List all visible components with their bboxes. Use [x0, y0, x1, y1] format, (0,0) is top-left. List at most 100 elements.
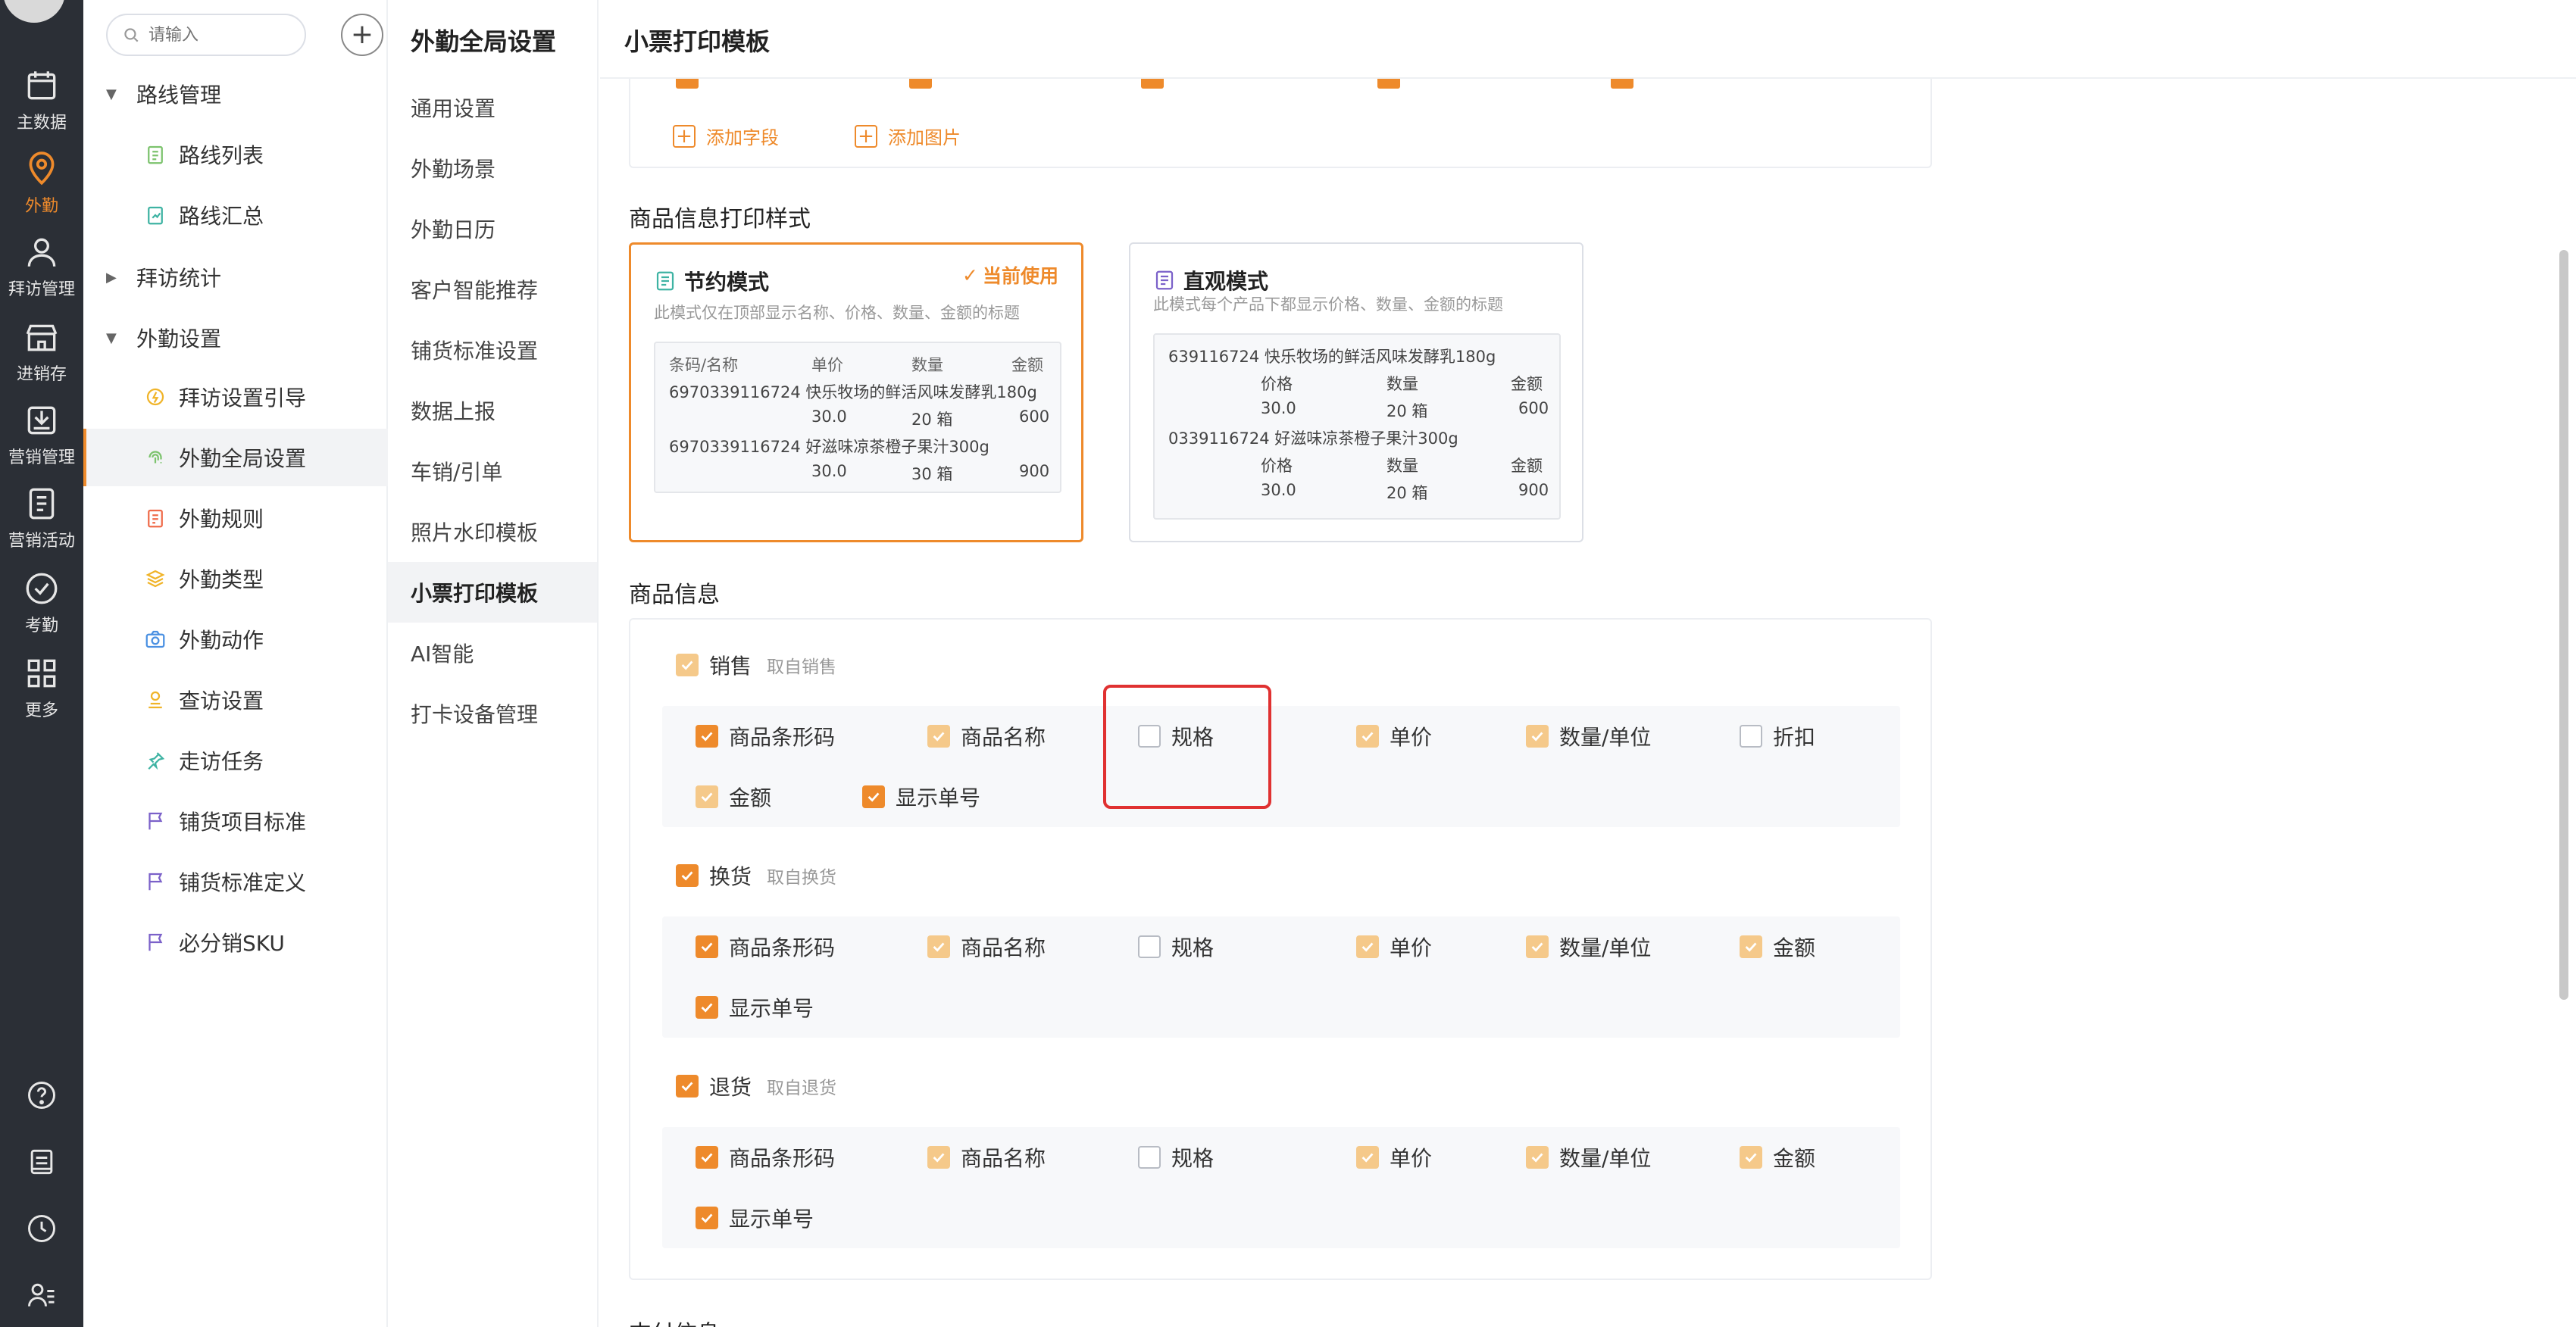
- submenu-item-devices[interactable]: 打卡设备管理: [388, 683, 597, 744]
- help-button[interactable]: [0, 1079, 83, 1112]
- sales-opt-name[interactable]: 商品名称: [927, 721, 1046, 751]
- rail-item-more[interactable]: 更多: [0, 648, 83, 727]
- rail-item-main-data[interactable]: 主数据: [0, 61, 83, 139]
- exchange-opt-name[interactable]: 商品名称: [927, 932, 1046, 962]
- rail-item-field[interactable]: 外勤: [0, 144, 83, 223]
- sidebar-item-route-summary[interactable]: 路线汇总: [83, 186, 388, 244]
- checkbox[interactable]: [696, 996, 718, 1019]
- submenu-item-general[interactable]: 通用设置: [388, 77, 597, 138]
- add-field-link[interactable]: + 添加字段: [673, 123, 779, 149]
- checkbox[interactable]: [862, 785, 885, 808]
- return-opt-name[interactable]: 商品名称: [927, 1142, 1046, 1172]
- return-opt-qty-unit[interactable]: 数量/单位: [1526, 1142, 1651, 1172]
- submenu-item-receipt[interactable]: 小票打印模板: [388, 562, 597, 623]
- rail-item-attendance[interactable]: 考勤: [0, 564, 83, 642]
- submenu-item-watermark[interactable]: 照片水印模板: [388, 501, 597, 562]
- sidebar-item-check-settings[interactable]: 查访设置: [83, 671, 388, 729]
- exchange-checkbox[interactable]: [676, 864, 699, 887]
- checkbox[interactable]: [1526, 935, 1549, 958]
- submenu-item-calendar[interactable]: 外勤日历: [388, 198, 597, 259]
- sales-opt-discount[interactable]: 折扣: [1740, 721, 1815, 751]
- rail-item-inventory[interactable]: 进销存: [0, 312, 83, 391]
- checkbox[interactable]: [927, 1146, 950, 1169]
- search-input[interactable]: [148, 25, 285, 45]
- add-field-label: 添加字段: [706, 127, 779, 148]
- tree-group-route[interactable]: ▼ 路线管理: [106, 79, 221, 109]
- checkbox[interactable]: [1356, 725, 1379, 748]
- checkbox[interactable]: [1356, 1146, 1379, 1169]
- checkbox[interactable]: [927, 935, 950, 958]
- checkbox[interactable]: [696, 725, 718, 748]
- sidebar-item-visit-guide[interactable]: 拜访设置引导: [83, 368, 388, 426]
- search-box[interactable]: [106, 14, 306, 56]
- tree-group-visit-stats[interactable]: ▶ 拜访统计: [106, 262, 221, 292]
- submenu-item-recommend[interactable]: 客户智能推荐: [388, 259, 597, 320]
- sidebar-item-field-actions[interactable]: 外勤动作: [83, 610, 388, 668]
- preview-qty: 20 箱: [1386, 402, 1428, 420]
- sidebar-item-display-item-std[interactable]: 铺货项目标准: [83, 792, 388, 850]
- checkbox[interactable]: [696, 785, 718, 808]
- rail-item-marketing[interactable]: 营销管理: [0, 395, 83, 474]
- add-button[interactable]: +: [341, 14, 383, 56]
- checkbox[interactable]: [696, 1207, 718, 1229]
- avatar[interactable]: [3, 0, 65, 23]
- sales-opt-qty-unit[interactable]: 数量/单位: [1526, 721, 1651, 751]
- vertical-scrollbar[interactable]: [2559, 250, 2568, 1000]
- notes-button[interactable]: [0, 1145, 83, 1179]
- sidebar-item-must-sell-sku[interactable]: 必分销SKU: [83, 913, 388, 971]
- rail-item-campaign[interactable]: 营销活动: [0, 479, 83, 557]
- sidebar-item-display-std-def[interactable]: 铺货标准定义: [83, 853, 388, 910]
- group-sales[interactable]: 销售 取自销售: [676, 650, 836, 680]
- checkbox[interactable]: [1740, 725, 1762, 748]
- sales-opt-order-no[interactable]: 显示单号: [862, 782, 980, 812]
- checkbox[interactable]: [1356, 935, 1379, 958]
- rail-item-visit[interactable]: 拜访管理: [0, 227, 83, 306]
- submenu-item-display-std[interactable]: 铺货标准设置: [388, 320, 597, 380]
- flag-icon: [148, 812, 163, 830]
- return-opt-unit-price[interactable]: 单价: [1356, 1142, 1432, 1172]
- visual-mode-card[interactable]: 直观模式 此模式每个产品下都显示价格、数量、金额的标题 639116724 快乐…: [1129, 242, 1583, 542]
- checkbox[interactable]: [696, 935, 718, 958]
- checkbox[interactable]: [1138, 935, 1161, 958]
- user-settings-button[interactable]: [0, 1279, 83, 1312]
- sidebar-item-route-list[interactable]: 路线列表: [83, 126, 388, 183]
- checkbox[interactable]: [1740, 935, 1762, 958]
- exchange-opt-qty-unit[interactable]: 数量/单位: [1526, 932, 1651, 962]
- exchange-opt-amount[interactable]: 金额: [1740, 932, 1815, 962]
- economy-mode-card[interactable]: 节约模式 ✓ 当前使用 此模式仅在顶部显示名称、价格、数量、金额的标题 条码/名…: [629, 242, 1083, 542]
- sidebar-item-visit-tasks[interactable]: 走访任务: [83, 732, 388, 789]
- submenu-item-van-sales[interactable]: 车销/引单: [388, 441, 597, 501]
- return-opt-order-no[interactable]: 显示单号: [696, 1203, 814, 1233]
- sidebar-item-field-rules[interactable]: 外勤规则: [83, 489, 388, 547]
- group-exchange[interactable]: 换货 取自换货: [676, 860, 836, 891]
- tree-group-field-settings[interactable]: ▼ 外勤设置: [106, 323, 221, 353]
- sidebar-item-field-global[interactable]: 外勤全局设置: [83, 429, 388, 486]
- checkbox[interactable]: [1740, 1146, 1762, 1169]
- sidebar-item-label: 铺货项目标准: [179, 810, 307, 835]
- preview-amount: 900: [1518, 481, 1549, 499]
- submenu-item-ai[interactable]: AI智能: [388, 623, 597, 683]
- exchange-opt-order-no[interactable]: 显示单号: [696, 992, 814, 1023]
- return-opt-barcode[interactable]: 商品条形码: [696, 1142, 835, 1172]
- group-return[interactable]: 退货 取自退货: [676, 1071, 836, 1101]
- checkbox[interactable]: [696, 1146, 718, 1169]
- submenu-item-scenes[interactable]: 外勤场景: [388, 138, 597, 198]
- add-image-link[interactable]: + 添加图片: [855, 123, 961, 149]
- checkbox[interactable]: [927, 725, 950, 748]
- checkbox[interactable]: [1526, 725, 1549, 748]
- submenu-item-report[interactable]: 数据上报: [388, 380, 597, 441]
- return-checkbox[interactable]: [676, 1075, 699, 1098]
- return-opt-amount[interactable]: 金额: [1740, 1142, 1815, 1172]
- sales-opt-amount[interactable]: 金额: [696, 782, 771, 812]
- exchange-opt-unit-price[interactable]: 单价: [1356, 932, 1432, 962]
- history-button[interactable]: [0, 1212, 83, 1245]
- sales-opt-unit-price[interactable]: 单价: [1356, 721, 1432, 751]
- exchange-opt-barcode[interactable]: 商品条形码: [696, 932, 835, 962]
- exchange-opt-spec[interactable]: 规格: [1138, 932, 1214, 962]
- sidebar-item-field-types[interactable]: 外勤类型: [83, 550, 388, 607]
- return-opt-spec[interactable]: 规格: [1138, 1142, 1214, 1172]
- sales-opt-barcode[interactable]: 商品条形码: [696, 721, 835, 751]
- checkbox[interactable]: [1526, 1146, 1549, 1169]
- sales-checkbox[interactable]: [676, 654, 699, 676]
- checkbox[interactable]: [1138, 1146, 1161, 1169]
